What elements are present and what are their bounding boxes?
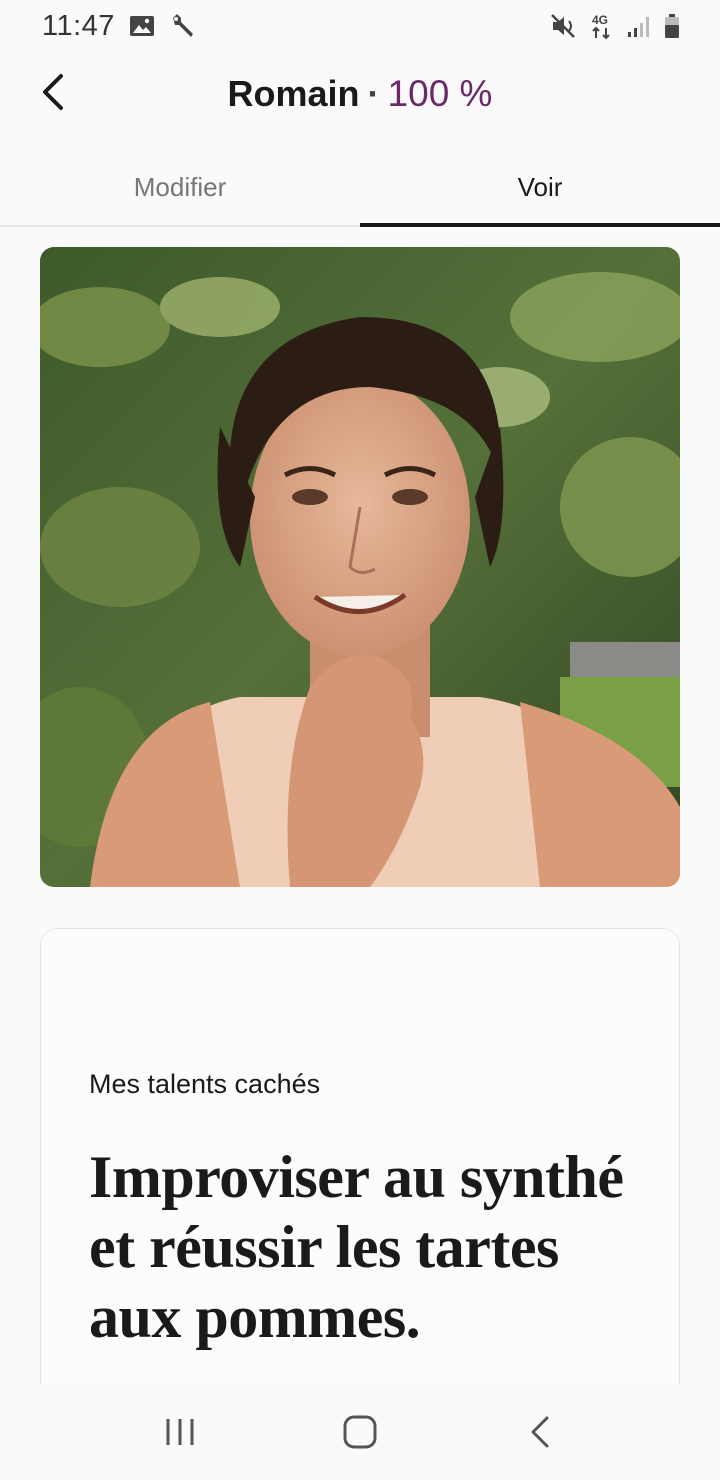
status-right: 4G bbox=[550, 12, 680, 40]
image-icon bbox=[129, 15, 155, 37]
signal-icon bbox=[626, 14, 652, 38]
status-time: 11:47 bbox=[42, 9, 115, 42]
back-button[interactable] bbox=[30, 70, 74, 114]
page-title: Romain · 100 % bbox=[228, 73, 493, 115]
header: Romain · 100 % bbox=[0, 52, 720, 136]
chevron-left-icon bbox=[43, 74, 63, 110]
recent-apps-button[interactable] bbox=[150, 1402, 210, 1462]
tab-modifier[interactable]: Modifier bbox=[0, 150, 360, 225]
profile-photo-image bbox=[40, 247, 680, 887]
back-icon bbox=[531, 1416, 549, 1448]
completion-percent: 100 % bbox=[387, 73, 493, 114]
status-bar: 11:47 4G bbox=[0, 0, 720, 52]
network-4g-icon: 4G bbox=[590, 12, 614, 40]
profile-name: Romain bbox=[227, 73, 360, 114]
nav-back-button[interactable] bbox=[510, 1402, 570, 1462]
wrench-icon bbox=[169, 12, 197, 40]
home-icon bbox=[343, 1415, 377, 1449]
profile-photo[interactable] bbox=[40, 247, 680, 887]
mute-vibrate-icon bbox=[550, 13, 578, 39]
status-left: 11:47 bbox=[42, 10, 197, 43]
prompt-card: Mes talents cachés Improviser au synthé … bbox=[40, 928, 680, 1448]
system-nav-bar bbox=[0, 1384, 720, 1480]
battery-icon bbox=[664, 13, 680, 39]
tab-voir[interactable]: Voir bbox=[360, 150, 720, 227]
title-separator: · bbox=[367, 73, 380, 114]
tab-bar: Modifier Voir bbox=[0, 150, 720, 227]
prompt-label: Mes talents cachés bbox=[89, 1069, 321, 1099]
recent-apps-icon bbox=[166, 1419, 194, 1445]
network-label: 4G bbox=[592, 13, 608, 27]
home-button[interactable] bbox=[330, 1402, 390, 1462]
prompt-answer: Improviser au synthé et réussir les tart… bbox=[89, 1144, 624, 1350]
